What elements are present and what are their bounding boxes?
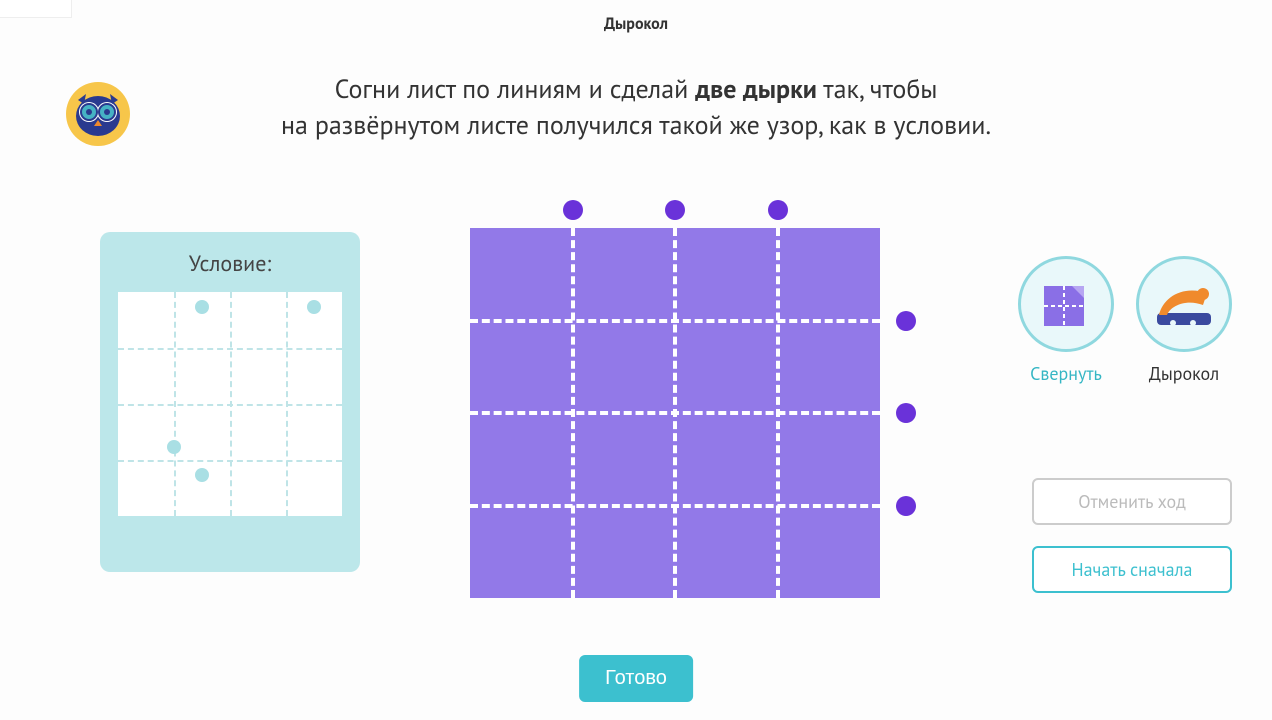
punch-tool-label: Дырокол <box>1136 362 1232 385</box>
condition-title: Условие: <box>118 250 342 278</box>
condition-panel: Условие: <box>100 232 360 572</box>
instruction-line2: на развёрнутом листе получился такой же … <box>120 108 1152 144</box>
fold-icon <box>1038 276 1094 332</box>
fold-handle-top[interactable] <box>665 200 685 220</box>
condition-dot <box>307 300 321 314</box>
restart-button[interactable]: Начать сначала <box>1032 546 1232 593</box>
tab-corner <box>0 0 72 18</box>
fold-handle-top[interactable] <box>563 200 583 220</box>
tool-palette: Свернуть Дырокол <box>1018 256 1232 385</box>
tool-fold: Свернуть <box>1018 256 1114 385</box>
done-button[interactable]: Готово <box>579 655 693 702</box>
undo-button[interactable]: Отменить ход <box>1032 478 1232 525</box>
page-title: Дырокол <box>0 0 1272 42</box>
foldable-paper[interactable] <box>470 228 880 598</box>
fold-tool-button[interactable] <box>1018 256 1114 352</box>
condition-dot <box>195 468 209 482</box>
condition-dot <box>167 440 181 454</box>
condition-vline <box>174 292 176 516</box>
paper-fold-line-v[interactable] <box>776 228 780 598</box>
fold-handle-right[interactable] <box>896 403 916 423</box>
instruction-line1-post: так, чтобы <box>817 73 937 106</box>
fold-handle-right[interactable] <box>896 311 916 331</box>
condition-vline <box>286 292 288 516</box>
owl-mascot-icon <box>64 80 132 148</box>
fold-handle-top[interactable] <box>768 200 788 220</box>
instruction-line1-bold: две дырки <box>695 73 817 106</box>
paper-area[interactable] <box>470 228 880 598</box>
condition-grid <box>118 292 342 516</box>
fold-handle-right[interactable] <box>896 496 916 516</box>
instruction-text: Согни лист по линиям и сделай две дырки … <box>0 42 1272 155</box>
fold-tool-label: Свернуть <box>1018 362 1114 385</box>
paper-fold-line-v[interactable] <box>673 228 677 598</box>
condition-dot <box>195 300 209 314</box>
condition-vline <box>230 292 232 516</box>
hole-punch-icon <box>1153 279 1215 329</box>
instruction-line1-pre: Согни лист по линиям и сделай <box>335 73 696 106</box>
paper-fold-line-v[interactable] <box>571 228 575 598</box>
tool-punch: Дырокол <box>1136 256 1232 385</box>
punch-tool-button[interactable] <box>1136 256 1232 352</box>
